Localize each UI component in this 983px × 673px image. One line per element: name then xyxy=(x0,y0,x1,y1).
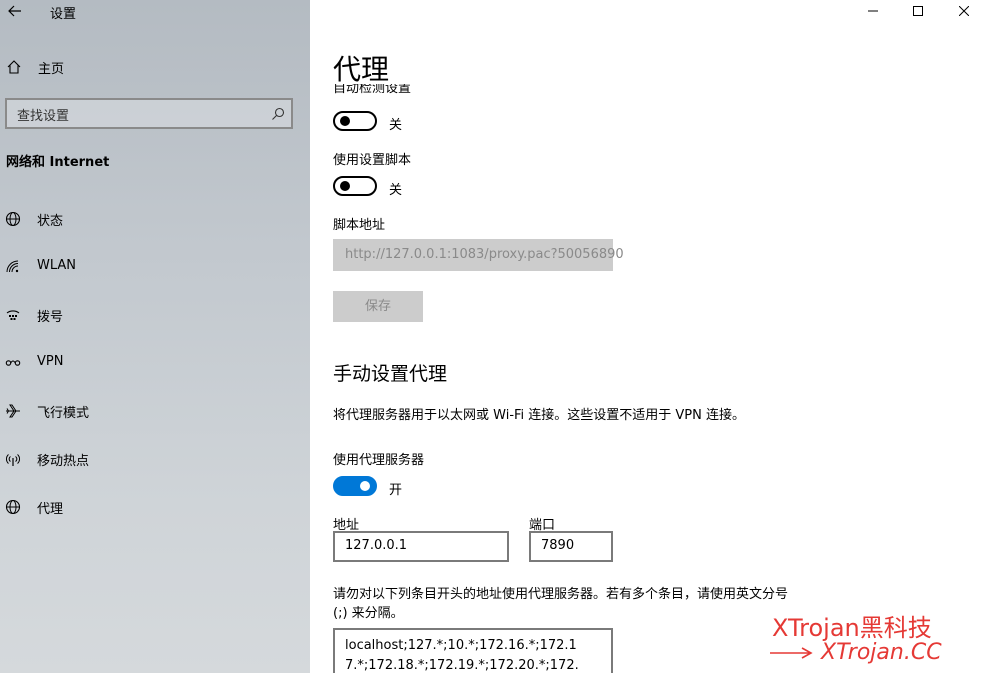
use-script-toggle[interactable] xyxy=(333,176,377,196)
manual-proxy-heading: 手动设置代理 xyxy=(333,363,448,385)
dialup-icon xyxy=(6,310,20,320)
maximize-button[interactable] xyxy=(895,0,941,22)
exceptions-description: 请勿对以下列条目开头的地址使用代理服务器。若有多个条目，请使用英文分号 (;) … xyxy=(333,587,789,621)
section-title: 网络和 Internet xyxy=(6,155,110,170)
sidebar-item-home[interactable]: 主页 xyxy=(0,52,310,82)
close-icon xyxy=(959,6,969,16)
back-button[interactable] xyxy=(4,0,26,22)
wifi-icon xyxy=(6,260,19,273)
sidebar-item-vpn[interactable]: VPN xyxy=(0,345,310,381)
search-input[interactable]: 查找设置 xyxy=(5,98,293,129)
save-button: 保存 xyxy=(333,291,423,322)
window-title: 设置 xyxy=(50,7,77,22)
script-address-value: http://127.0.0.1:1083/proxy.pac?50056890 xyxy=(345,247,624,262)
sidebar: 设置 主页 查找设置 网络和 Internet 状态 WLAN 拨号 VPN 飞… xyxy=(0,0,310,673)
use-script-state: 关 xyxy=(389,183,403,198)
exceptions-textarea[interactable]: localhost;127.*;10.*;172.16.*;172.17.*;1… xyxy=(333,628,613,673)
minimize-button[interactable] xyxy=(850,0,896,22)
arrow-right-icon xyxy=(770,647,813,659)
globe-icon xyxy=(5,499,21,515)
sidebar-item-wlan[interactable]: WLAN xyxy=(0,249,310,285)
auto-detect-state: 关 xyxy=(389,118,403,133)
close-button[interactable] xyxy=(941,0,983,22)
sidebar-item-label: 代理 xyxy=(37,502,64,517)
use-script-label: 使用设置脚本 xyxy=(333,153,412,168)
watermark-url-text: XTrojan.CC xyxy=(821,640,942,665)
save-button-label: 保存 xyxy=(364,299,391,314)
sidebar-item-proxy[interactable]: 代理 xyxy=(0,489,310,525)
page-title: 代理 xyxy=(333,53,390,86)
toggle-knob xyxy=(340,181,350,191)
sidebar-item-hotspot[interactable]: 移动热点 xyxy=(0,441,310,477)
auto-detect-toggle[interactable] xyxy=(333,111,377,131)
use-proxy-toggle[interactable] xyxy=(333,476,377,496)
toggle-knob xyxy=(360,481,370,491)
sidebar-item-dialup[interactable]: 拨号 xyxy=(0,297,310,333)
exceptions-value: localhost;127.*;10.*;172.16.*;172.17.*;1… xyxy=(345,638,579,673)
home-icon xyxy=(7,60,21,74)
manual-proxy-description: 将代理服务器用于以太网或 Wi-Fi 连接。这些设置不适用于 VPN 连接。 xyxy=(333,408,746,423)
sidebar-item-label: WLAN xyxy=(37,258,77,273)
watermark-url: XTrojan.CC xyxy=(770,640,942,665)
toggle-knob xyxy=(340,116,350,126)
airplane-icon xyxy=(6,404,20,418)
use-proxy-state: 开 xyxy=(389,483,403,498)
port-input[interactable]: 7890 xyxy=(529,531,613,562)
watermark-title: XTrojan黑科技 xyxy=(772,614,932,642)
sidebar-item-label: 拨号 xyxy=(37,310,64,325)
sidebar-home-label: 主页 xyxy=(38,62,65,77)
sidebar-item-label: 状态 xyxy=(37,214,64,229)
script-address-input: http://127.0.0.1:1083/proxy.pac?50056890 xyxy=(333,239,624,271)
search-icon xyxy=(272,107,285,120)
port-value: 7890 xyxy=(541,538,575,553)
minimize-icon xyxy=(868,10,878,12)
address-value: 127.0.0.1 xyxy=(345,538,408,553)
address-input[interactable]: 127.0.0.1 xyxy=(333,531,509,562)
hotspot-icon xyxy=(6,454,20,466)
sidebar-item-status[interactable]: 状态 xyxy=(0,201,310,237)
vpn-icon xyxy=(5,360,21,366)
maximize-icon xyxy=(913,6,923,16)
back-arrow-icon xyxy=(8,5,21,17)
search-placeholder: 查找设置 xyxy=(17,109,70,124)
auto-detect-label: 自动检测设置 xyxy=(333,84,412,96)
use-proxy-label: 使用代理服务器 xyxy=(333,453,425,468)
sidebar-item-label: 飞行模式 xyxy=(37,406,90,421)
sidebar-item-label: 移动热点 xyxy=(37,454,90,469)
sidebar-item-airplane[interactable]: 飞行模式 xyxy=(0,393,310,429)
globe-status-icon xyxy=(5,211,21,227)
sidebar-item-label: VPN xyxy=(37,354,64,369)
script-address-label: 脚本地址 xyxy=(333,218,386,233)
